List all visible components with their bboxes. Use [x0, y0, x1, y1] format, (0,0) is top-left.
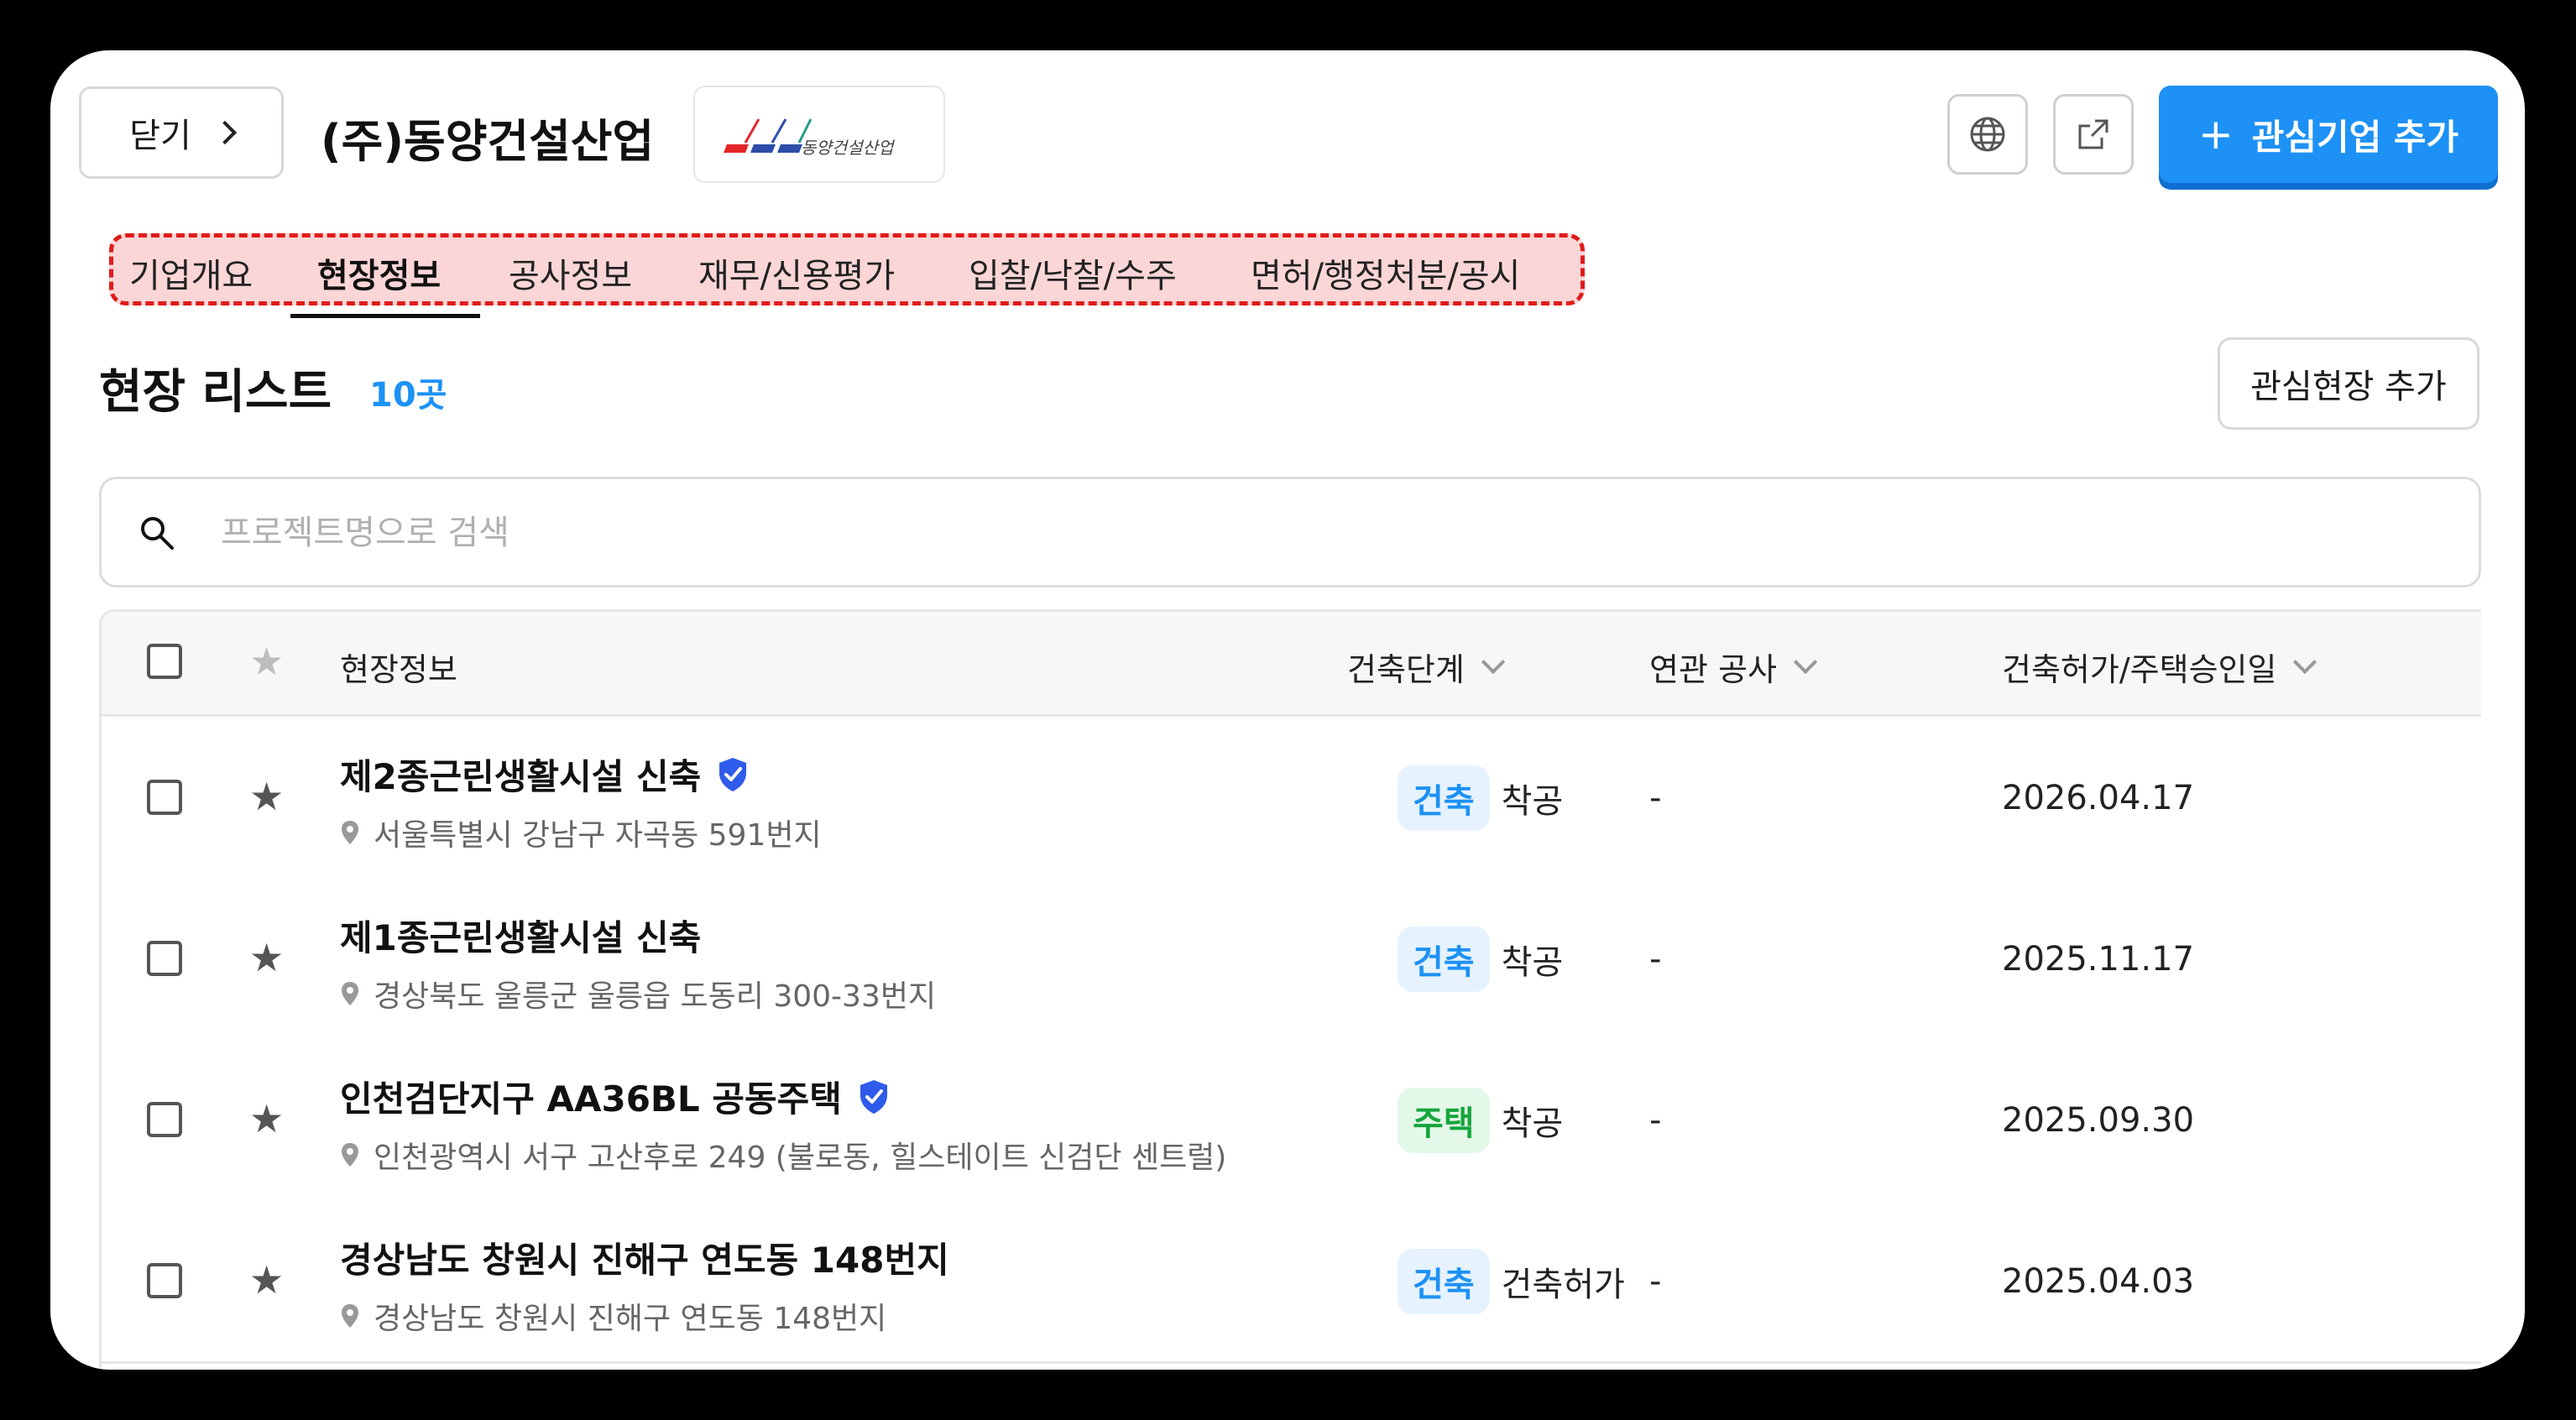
- site-name[interactable]: 제2종근린생활시설 신축: [340, 749, 750, 800]
- star-icon[interactable]: ★: [249, 1261, 284, 1299]
- site-list-title: 현장 리스트: [99, 365, 332, 420]
- tab-construction-info[interactable]: 공사정보: [509, 248, 632, 297]
- search-input[interactable]: [219, 504, 2405, 561]
- app-screen: 닫기 (주)동양건설산업 동양건설산업 + 관심기업 추가 기업개요 현장정보 …: [50, 50, 2525, 1370]
- stage-badge: 주택: [1398, 1088, 1490, 1153]
- stage-text: 착공: [1501, 943, 1564, 982]
- column-permit-date[interactable]: 건축허가/주택승인일: [2002, 644, 2317, 690]
- permit-date: 2026.04.17: [2002, 779, 2195, 817]
- table-row[interactable]: ★ 제1종근린생활시설 신축 경상북도 울릉군 울릉읍 도동리 300-33번지…: [102, 878, 2481, 1042]
- column-related-construction[interactable]: 연관 공사: [1649, 644, 1818, 690]
- stage-badge: 건축: [1398, 765, 1490, 831]
- site-address: 경상북도 울릉군 울릉읍 도동리 300-33번지: [340, 972, 936, 1015]
- tab-company-overview[interactable]: 기업개요: [129, 248, 253, 297]
- site-name[interactable]: 제1종근린생활시설 신축: [340, 910, 701, 961]
- column-label: 현장정보: [340, 651, 457, 688]
- verified-shield-icon: [860, 1079, 887, 1114]
- permit-date: 2025.04.03: [2002, 1262, 2195, 1301]
- column-label: 건축단계: [1347, 651, 1465, 688]
- active-tab-indicator: [290, 314, 480, 318]
- row-checkbox[interactable]: [147, 780, 182, 815]
- globe-button[interactable]: [1947, 94, 2028, 175]
- site-address-text: 경상남도 창원시 진해구 연도동 148번지: [374, 1302, 887, 1336]
- chevron-down-icon: [2293, 650, 2317, 674]
- close-button[interactable]: 닫기: [79, 86, 284, 179]
- stage-text: 건축허가: [1501, 1266, 1625, 1304]
- tab-site-info[interactable]: 현장정보: [317, 248, 441, 297]
- chevron-down-icon: [1793, 650, 1818, 674]
- star-icon[interactable]: ★: [249, 938, 284, 977]
- column-build-stage[interactable]: 건축단계: [1347, 644, 1505, 690]
- tab-license-disclosure[interactable]: 면허/행정처분/공시: [1251, 248, 1520, 297]
- related-construction: -: [1649, 1101, 1662, 1140]
- tab-bidding[interactable]: 입찰/낙찰/수주: [969, 248, 1177, 297]
- company-name: (주)동양건설산업: [321, 115, 655, 168]
- location-pin-icon: [342, 1143, 358, 1167]
- external-link-button[interactable]: [2053, 94, 2134, 175]
- site-name-text: 경상남도 창원시 진해구 연도동 148번지: [340, 1240, 949, 1281]
- table-row[interactable]: ★ 인천검단지구 AA36BL 공동주택 인천광역시 서구 고산후로 249 (…: [102, 1039, 2481, 1203]
- build-stage: 건축 착공: [1398, 765, 1563, 831]
- column-label: 건축허가/주택승인일: [2002, 651, 2277, 688]
- site-address-text: 경상북도 울릉군 울릉읍 도동리 300-33번지: [374, 979, 937, 1014]
- external-link-icon: [2078, 119, 2108, 149]
- company-logo: 동양건설산업: [693, 86, 945, 183]
- tab-finance-credit[interactable]: 재무/신용평가: [698, 248, 895, 297]
- site-address: 경상남도 창원시 진해구 연도동 148번지: [340, 1294, 886, 1338]
- stage-text: 착공: [1501, 782, 1564, 821]
- site-name[interactable]: 인천검단지구 AA36BL 공동주택: [340, 1071, 891, 1122]
- add-interest-site-button[interactable]: 관심현장 추가: [2218, 337, 2479, 430]
- related-construction: -: [1649, 779, 1662, 817]
- site-name-text: 제1종근린생활시설 신축: [340, 917, 702, 958]
- stage-text: 착공: [1501, 1104, 1564, 1143]
- table-row[interactable]: ★ 경상남도 창원시 진해구 연도동 148번지 경상남도 창원시 진해구 연도…: [102, 1200, 2481, 1364]
- select-all-checkbox[interactable]: [147, 644, 182, 679]
- search-bar: [99, 477, 2481, 587]
- site-address-text: 서울특별시 강남구 자곡동 591번지: [374, 818, 822, 853]
- device-frame: 닫기 (주)동양건설산업 동양건설산업 + 관심기업 추가 기업개요 현장정보 …: [0, 0, 2576, 1420]
- site-address: 서울특별시 강남구 자곡동 591번지: [340, 811, 822, 854]
- close-label: 닫기: [129, 117, 191, 155]
- star-icon[interactable]: ★: [249, 642, 284, 681]
- column-site-info: 현장정보: [340, 644, 457, 690]
- site-address: 인천광역시 서구 고산후로 249 (불로동, 힐스테이트 신검단 센트럴): [340, 1133, 1226, 1177]
- globe-icon: [1970, 117, 2005, 152]
- search-icon: [141, 517, 174, 550]
- logo-text: 동양건설산업: [801, 138, 894, 158]
- chevron-right-icon: [212, 120, 237, 145]
- site-table: ★ 현장정보 건축단계 연관 공사 건축허가/주택승인일 착 ★ 제2종근린생활…: [99, 609, 2481, 1370]
- build-stage: 주택 착공: [1398, 1088, 1563, 1153]
- location-pin-icon: [342, 1304, 358, 1328]
- star-icon[interactable]: ★: [249, 1099, 284, 1138]
- chevron-down-icon: [1481, 650, 1505, 674]
- site-name-text: 인천검단지구 AA36BL 공동주택: [340, 1078, 842, 1120]
- table-header: ★ 현장정보 건축단계 연관 공사 건축허가/주택승인일 착: [102, 612, 2481, 717]
- row-checkbox[interactable]: [147, 1263, 182, 1298]
- table-row[interactable]: ★ 제2종근린생활시설 신축 서울특별시 강남구 자곡동 591번지 건축 착공…: [102, 717, 2481, 880]
- permit-date: 2025.09.30: [2002, 1101, 2195, 1140]
- location-pin-icon: [342, 821, 358, 844]
- star-icon[interactable]: ★: [249, 777, 284, 816]
- site-name-text: 제2종근린생활시설 신축: [340, 756, 702, 797]
- build-stage: 건축 건축허가: [1398, 1249, 1625, 1314]
- add-interest-company-label: 관심기업 추가: [2251, 116, 2459, 158]
- column-label: 연관 공사: [1649, 651, 1777, 688]
- related-construction: -: [1649, 1262, 1662, 1301]
- row-checkbox[interactable]: [147, 1102, 182, 1137]
- plus-icon: +: [2197, 110, 2234, 159]
- stage-badge: 건축: [1398, 1249, 1490, 1314]
- add-interest-company-button[interactable]: + 관심기업 추가: [2159, 86, 2498, 183]
- location-pin-icon: [342, 982, 358, 1005]
- verified-shield-icon: [719, 757, 747, 791]
- site-name[interactable]: 경상남도 창원시 진해구 연도동 148번지: [340, 1232, 949, 1283]
- site-address-text: 인천광역시 서구 고산후로 249 (불로동, 힐스테이트 신검단 센트럴): [374, 1141, 1227, 1175]
- permit-date: 2025.11.17: [2002, 940, 2195, 979]
- build-stage: 건축 착공: [1398, 927, 1563, 992]
- row-checkbox[interactable]: [147, 941, 182, 976]
- logo-mark-icon: [724, 118, 813, 153]
- related-construction: -: [1649, 940, 1662, 979]
- stage-badge: 건축: [1398, 927, 1490, 992]
- site-list-count: 10곳: [369, 376, 447, 415]
